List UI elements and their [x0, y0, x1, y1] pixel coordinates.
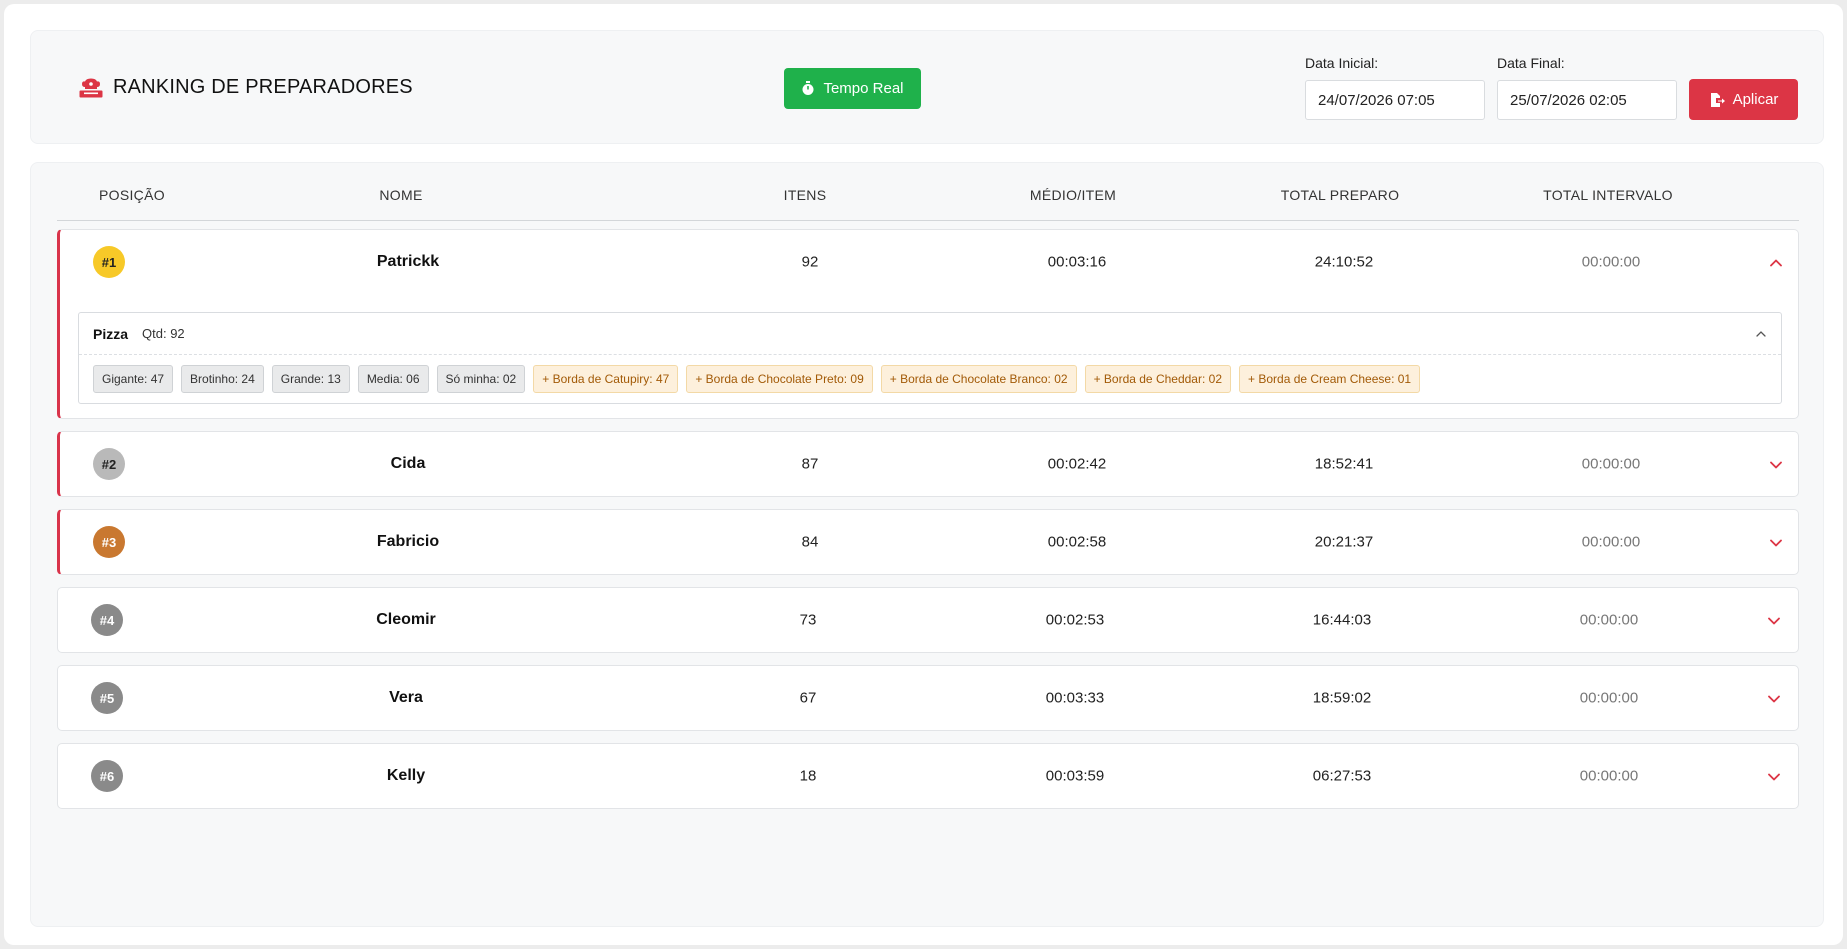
start-date-input[interactable] — [1305, 80, 1485, 120]
chef-hat-icon — [79, 78, 103, 97]
border-chip: + Borda de Chocolate Branco: 02 — [880, 365, 1077, 393]
items-count: 84 — [801, 533, 819, 551]
total-interval: 00:00:00 — [1579, 689, 1639, 707]
apply-button[interactable]: Aplicar — [1689, 79, 1798, 120]
table-header: POSIÇÃO NOME ITENS MÉDIO/ITEM TOTAL PREP… — [57, 163, 1799, 221]
avg-per-item: 00:03:16 — [1047, 253, 1107, 271]
preparer-name: Cleomir — [376, 611, 436, 628]
end-date-group: Data Final: — [1497, 55, 1677, 120]
detail-header[interactable]: Pizza Qtd: 92 — [79, 313, 1781, 355]
chevron-down-icon[interactable] — [1768, 457, 1784, 473]
avg-per-item: 00:03:59 — [1045, 767, 1105, 785]
detail-category: Pizza — [93, 325, 129, 342]
rank-badge: #4 — [91, 604, 123, 636]
preparer-name: Vera — [389, 689, 423, 706]
page-title: RANKING DE PREPARADORES — [113, 76, 413, 98]
start-date-label: Data Inicial: — [1305, 55, 1379, 71]
table-row[interactable]: #2 Cida 87 00:02:42 18:52:41 00:00:00 — [57, 431, 1799, 497]
rank-label: #4 — [99, 612, 115, 628]
total-interval: 00:00:00 — [1579, 767, 1639, 785]
border-chip: + Borda de Cream Cheese: 01 — [1239, 365, 1421, 393]
total-prep: 18:52:41 — [1314, 455, 1374, 473]
end-date-input[interactable] — [1497, 80, 1677, 120]
rank-badge: #2 — [93, 448, 125, 480]
row-detail-panel: Pizza Qtd: 92 Gigante: 47 Brotinho: 24 Grand… — [78, 312, 1782, 404]
table-row[interactable]: #5 Vera 67 00:03:33 18:59:02 00:00:00 — [57, 665, 1799, 731]
total-prep: 06:27:53 — [1312, 767, 1372, 785]
items-count: 73 — [799, 611, 817, 629]
size-chip: Gigante: 47 — [93, 365, 174, 393]
table-row[interactable]: #3 Fabricio 84 00:02:58 20:21:37 00:00:0… — [57, 509, 1799, 575]
preparer-name: Fabricio — [376, 533, 440, 550]
rank-badge: #6 — [91, 760, 123, 792]
items-count: 92 — [801, 253, 819, 271]
chevron-up-icon[interactable] — [1755, 328, 1767, 340]
detail-qty: Qtd: 92 — [142, 326, 185, 341]
preparer-name: Kelly — [386, 767, 426, 784]
items-count: 67 — [799, 689, 817, 707]
total-interval: 00:00:00 — [1581, 533, 1641, 551]
size-chip: Brotinho: 24 — [181, 365, 264, 393]
rank-badge: #5 — [91, 682, 123, 714]
total-interval: 00:00:00 — [1581, 253, 1641, 271]
rank-label: #5 — [99, 690, 115, 706]
border-chip: + Borda de Catupiry: 47 — [533, 365, 679, 393]
header-card: RANKING DE PREPARADORES Tempo Real Data … — [30, 30, 1824, 144]
column-header-name: NOME — [379, 187, 423, 203]
rank-label: #6 — [99, 768, 115, 784]
preparer-name: Patrickk — [376, 253, 440, 270]
start-date-group: Data Inicial: — [1305, 55, 1485, 120]
rank-label: #3 — [101, 534, 117, 550]
avg-per-item: 00:02:53 — [1045, 611, 1105, 629]
table-row[interactable]: #6 Kelly 18 00:03:59 06:27:53 00:00:00 — [57, 743, 1799, 809]
stopwatch-icon — [802, 81, 814, 95]
column-header-items: ITENS — [783, 187, 827, 203]
page-container: RANKING DE PREPARADORES Tempo Real Data … — [4, 4, 1843, 945]
total-prep: 20:21:37 — [1314, 533, 1374, 551]
size-chip: Só minha: 02 — [436, 365, 526, 393]
total-interval: 00:00:00 — [1581, 455, 1641, 473]
apply-label: Aplicar — [1732, 91, 1779, 108]
avg-per-item: 00:02:58 — [1047, 533, 1107, 551]
chevron-up-icon[interactable] — [1768, 255, 1784, 271]
column-header-position: POSIÇÃO — [99, 187, 165, 203]
total-interval: 00:00:00 — [1579, 611, 1639, 629]
chevron-down-icon[interactable] — [1766, 769, 1782, 785]
realtime-button[interactable]: Tempo Real — [784, 68, 921, 109]
file-export-icon — [1710, 92, 1725, 107]
column-header-interval: TOTAL INTERVALO — [1543, 187, 1673, 203]
border-chip: + Borda de Chocolate Preto: 09 — [686, 365, 873, 393]
table-row[interactable]: #4 Cleomir 73 00:02:53 16:44:03 00:00:00 — [57, 587, 1799, 653]
ranking-card: POSIÇÃO NOME ITENS MÉDIO/ITEM TOTAL PREP… — [30, 162, 1824, 927]
chevron-down-icon[interactable] — [1766, 691, 1782, 707]
table-row[interactable]: #1 Patrickk 92 00:03:16 24:10:52 00:00:0… — [57, 229, 1799, 419]
items-count: 87 — [801, 455, 819, 473]
avg-per-item: 00:02:42 — [1047, 455, 1107, 473]
rank-badge: #1 — [93, 246, 125, 278]
rank-label: #1 — [101, 254, 117, 270]
column-header-total: TOTAL PREPARO — [1280, 187, 1400, 203]
size-chip: Media: 06 — [357, 365, 429, 393]
chevron-down-icon[interactable] — [1766, 613, 1782, 629]
items-count: 18 — [799, 767, 817, 785]
preparer-name: Cida — [390, 455, 426, 472]
chevron-down-icon[interactable] — [1768, 535, 1784, 551]
total-prep: 16:44:03 — [1312, 611, 1372, 629]
total-prep: 18:59:02 — [1312, 689, 1372, 707]
size-chip: Grande: 13 — [271, 365, 350, 393]
avg-per-item: 00:03:33 — [1045, 689, 1105, 707]
realtime-label: Tempo Real — [823, 80, 904, 97]
border-chip: + Borda de Cheddar: 02 — [1084, 365, 1231, 393]
rank-badge: #3 — [93, 526, 125, 558]
rank-label: #2 — [101, 456, 117, 472]
chip-list: Gigante: 47 Brotinho: 24 Grande: 13 Media: … — [79, 355, 1781, 393]
column-header-avg: MÉDIO/ITEM — [1029, 187, 1117, 203]
end-date-label: Data Final: — [1497, 55, 1565, 71]
brand: RANKING DE PREPARADORES — [79, 76, 413, 99]
total-prep: 24:10:52 — [1314, 253, 1374, 271]
